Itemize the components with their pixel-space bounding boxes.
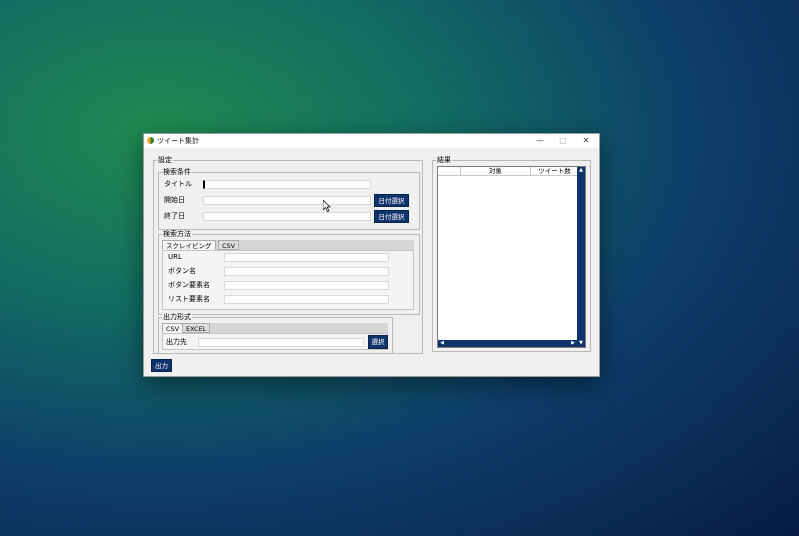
window-title: ツイート集計 bbox=[157, 137, 199, 145]
app-icon bbox=[147, 137, 154, 144]
url-input[interactable] bbox=[224, 253, 389, 262]
search-method-tabstrip: スクレイピング CSV bbox=[162, 240, 414, 250]
main-window: ツイート集計 — □ ✕ 設定 検索条件 タイトル 開始日 日付選択 終了日 日… bbox=[143, 133, 600, 377]
settings-group: 設定 検索条件 タイトル 開始日 日付選択 終了日 日付選択 検索方法 スクレイ… bbox=[153, 156, 423, 354]
end-date-select-button[interactable]: 日付選択 bbox=[374, 210, 409, 223]
output-dest-label: 出力先 bbox=[166, 338, 187, 346]
output-format-group: 出力形式 CSV EXCEL 出力先 選択 bbox=[158, 313, 393, 354]
scroll-down-arrow-icon[interactable]: ▼ bbox=[577, 340, 585, 347]
output-dest-input[interactable] bbox=[198, 338, 364, 347]
results-vertical-scrollbar[interactable]: ▲ ▼ bbox=[577, 167, 585, 347]
search-method-label: 検索方法 bbox=[162, 230, 192, 238]
output-button[interactable]: 出力 bbox=[151, 359, 172, 372]
scroll-right-arrow-icon[interactable]: ▶ bbox=[569, 340, 577, 347]
close-button[interactable]: ✕ bbox=[575, 134, 597, 148]
maximize-button[interactable]: □ bbox=[552, 134, 574, 148]
title-label: タイトル bbox=[164, 180, 192, 188]
tab-output-excel[interactable]: EXCEL bbox=[182, 323, 211, 333]
start-date-label: 開始日 bbox=[164, 196, 185, 204]
results-group-label: 結果 bbox=[436, 156, 452, 164]
output-format-label: 出力形式 bbox=[162, 313, 192, 321]
title-input[interactable] bbox=[203, 180, 371, 189]
end-date-input[interactable] bbox=[203, 212, 371, 221]
scraping-panel: URL ボタン名 ボタン要素名 リスト要素名 bbox=[162, 250, 414, 310]
tab-csv[interactable]: CSV bbox=[218, 240, 240, 250]
search-conditions-label: 検索条件 bbox=[162, 168, 192, 176]
scroll-up-arrow-icon[interactable]: ▲ bbox=[577, 167, 585, 174]
list-element-input[interactable] bbox=[224, 295, 389, 304]
settings-group-label: 設定 bbox=[157, 156, 173, 164]
button-element-input[interactable] bbox=[224, 281, 389, 290]
end-date-label: 終了日 bbox=[164, 212, 185, 220]
column-header-target[interactable]: 対象 bbox=[461, 167, 531, 176]
search-method-group: 検索方法 スクレイピング CSV URL ボタン名 ボタン要素名 リスト要素名 bbox=[158, 230, 420, 315]
output-csv-panel: 出力先 選択 bbox=[162, 333, 388, 350]
tab-output-csv[interactable]: CSV bbox=[162, 323, 184, 333]
button-name-input[interactable] bbox=[224, 267, 389, 276]
column-header-tweet-count[interactable]: ツイート数 bbox=[531, 167, 579, 176]
mouse-cursor-icon bbox=[323, 200, 331, 212]
url-label: URL bbox=[168, 253, 182, 261]
start-date-select-button[interactable]: 日付選択 bbox=[374, 194, 409, 207]
output-format-tabstrip: CSV EXCEL bbox=[162, 323, 388, 333]
minimize-button[interactable]: — bbox=[529, 134, 551, 148]
button-name-label: ボタン名 bbox=[168, 267, 196, 275]
results-group: 結果 対象 ツイート数 ▲ ▼ ◀ ▶ bbox=[432, 156, 591, 352]
column-header-index[interactable] bbox=[438, 167, 461, 176]
results-table[interactable]: 対象 ツイート数 ▲ ▼ ◀ ▶ bbox=[437, 166, 586, 348]
title-bar: ツイート集計 — □ ✕ bbox=[144, 134, 599, 148]
results-horizontal-scrollbar[interactable]: ◀ ▶ bbox=[438, 340, 577, 347]
output-dest-select-button[interactable]: 選択 bbox=[368, 335, 388, 349]
start-date-input[interactable] bbox=[203, 196, 371, 205]
scroll-left-arrow-icon[interactable]: ◀ bbox=[438, 340, 446, 347]
tab-scraping[interactable]: スクレイピング bbox=[162, 240, 216, 250]
search-conditions-group: 検索条件 タイトル 開始日 日付選択 終了日 日付選択 bbox=[158, 168, 420, 230]
button-element-label: ボタン要素名 bbox=[168, 281, 210, 289]
list-element-label: リスト要素名 bbox=[168, 295, 210, 303]
